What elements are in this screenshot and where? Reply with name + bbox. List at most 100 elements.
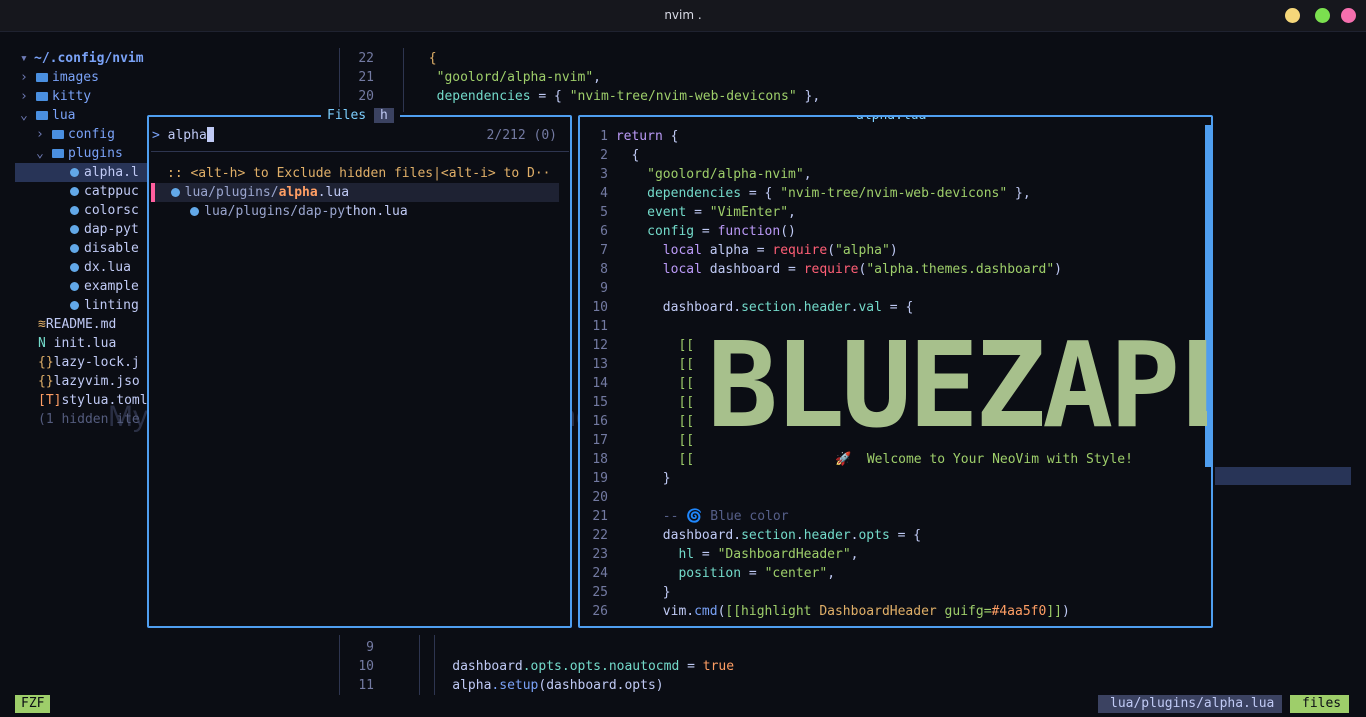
json-icon: {} [38, 355, 54, 370]
lua-file-icon [70, 244, 79, 253]
preview-code-line: 24 position = "center", [586, 564, 835, 583]
tree-item-readme[interactable]: ≋README.md [38, 315, 116, 334]
lua-file-icon [170, 188, 180, 197]
line-number: 1 [600, 129, 608, 144]
line-number: 21 [592, 509, 608, 524]
close-button[interactable] [1341, 8, 1356, 23]
hint-line: :: <alt-h> to Exclude hidden files|<alt-… [167, 166, 551, 181]
preview-code-line: 8 local dashboard = require("alpha.theme… [586, 260, 1062, 279]
tree-item-stylua[interactable]: [T]stylua.toml [38, 391, 148, 410]
bg-code-line: 11 alpha.setup(dashboard.opts) [358, 678, 664, 693]
tree-item-linting[interactable]: linting [70, 296, 139, 315]
bg-code-line: 10 dashboard.opts.opts.noautocmd = true [358, 659, 735, 674]
files-panel-key: h [373, 108, 394, 123]
tree-item-init[interactable]: N init.lua [38, 334, 116, 353]
tree-item-kitty[interactable]: › kitty [20, 87, 91, 106]
lua-file-icon [70, 225, 79, 234]
preview-code-line: 7 local alpha = require("alpha") [586, 241, 898, 260]
preview-code-line: 9 [586, 279, 616, 298]
folder-icon [36, 73, 48, 82]
line-number: 23 [592, 547, 608, 562]
line-number: 14 [592, 376, 608, 391]
line-number: 4 [600, 186, 608, 201]
preview-code-line: 15 [[ [586, 393, 694, 412]
folder-icon [52, 130, 64, 139]
preview-code-line: 22 dashboard.section.header.opts = { [586, 526, 921, 545]
line-number: 17 [592, 433, 608, 448]
maximize-button[interactable] [1315, 8, 1330, 23]
line-number: 8 [600, 262, 608, 277]
line-number: 13 [592, 357, 608, 372]
tree-item-alpha[interactable]: alpha.l [15, 163, 147, 182]
code-text: dependencies = { "nvim-tree/nvim-web-dev… [647, 186, 1031, 201]
result-item-selected[interactable]: lua/plugins/alpha.lua [151, 183, 559, 202]
tree-root[interactable]: ▾ ~/.config/nvim [20, 49, 144, 68]
bg-code-line: 22 { [358, 51, 437, 66]
lua-file-icon [70, 187, 79, 196]
tree-item-dap-python[interactable]: dap-pyt [70, 220, 139, 239]
tree-item-config[interactable]: › config [36, 125, 115, 144]
line-number: 20 [592, 490, 608, 505]
tree-item-lazy-lock[interactable]: {}lazy-lock.j [38, 353, 140, 372]
tree-item-catppuccin[interactable]: catppuc [70, 182, 139, 201]
lua-file-icon [70, 206, 79, 215]
lua-file-icon [70, 282, 79, 291]
preview-code-line: 20 [586, 488, 616, 507]
tree-item-lua[interactable]: ⌄ lua [20, 106, 75, 125]
preview-code-line: 11 [586, 317, 616, 336]
code-text: -- 🌀 Blue color [662, 509, 789, 524]
tree-item-plugins[interactable]: ⌄ plugins [36, 144, 123, 163]
tree-item-colorscheme[interactable]: colorsc [70, 201, 139, 220]
code-text: hl = "DashboardHeader", [678, 547, 859, 562]
code-text: [[ [678, 433, 695, 448]
preview-code-line: 19 } [586, 469, 670, 488]
preview-code-line: 14 [[ [586, 374, 694, 393]
line-number: 25 [592, 585, 608, 600]
status-panel: files [1290, 695, 1350, 713]
preview-code-line: 6 config = function() [586, 222, 796, 241]
code-text: { [608, 148, 640, 163]
tree-item-lazyvim[interactable]: {}lazyvim.jso [38, 372, 140, 391]
preview-code-line: 1 return { [586, 127, 678, 146]
code-text: dashboard.section.header.val = { [608, 300, 914, 315]
line-number: 22 [592, 528, 608, 543]
toml-icon: [T] [38, 393, 62, 408]
tree-item-images[interactable]: › images [20, 68, 99, 87]
neovim-icon: N [38, 336, 54, 351]
code-text: [[ [678, 376, 695, 391]
code-text: local alpha = require("alpha") [662, 243, 898, 258]
code-text: [[ [678, 357, 695, 372]
preview-code-line: 5 event = "VimEnter", [586, 203, 796, 222]
code-text: vim.cmd([[highlight DashboardHeader guif… [608, 604, 1070, 619]
lua-file-icon [190, 207, 200, 216]
tree-item-example[interactable]: example [70, 277, 139, 296]
preview-code-line: 21 -- 🌀 Blue color [586, 507, 789, 526]
line-number: 2 [600, 148, 608, 163]
search-input[interactable]: > alpha 2/212 (0) [152, 126, 567, 145]
minimize-button[interactable] [1285, 8, 1300, 23]
preview-code-line: 4 dependencies = { "nvim-tree/nvim-web-d… [586, 184, 1031, 203]
preview-code-line: 2 { [586, 146, 639, 165]
files-picker-panel: Files h > alpha 2/212 (0) :: <alt-h> to E… [147, 107, 572, 628]
code-text: position = "center", [678, 566, 836, 581]
code-text: } [608, 585, 671, 600]
preview-code-line: 17 [[ [586, 431, 694, 450]
line-number: 24 [592, 566, 608, 581]
lua-file-icon [70, 301, 79, 310]
bg-code-line: 21 "goolord/alpha-nvim", [358, 70, 601, 85]
result-item[interactable]: lua/plugins/dap-python.lua [151, 202, 408, 221]
code-text: [[ 🚀 Welcome to Your NeoVim with Style! [678, 452, 1133, 467]
preview-code-line: 23 hl = "DashboardHeader", [586, 545, 858, 564]
code-text: [[ [678, 395, 695, 410]
code-text: return { [615, 129, 679, 144]
lua-file-icon [70, 263, 79, 272]
code-text: [[ [678, 338, 695, 353]
line-number: 10 [592, 300, 608, 315]
window-title: nvim . [664, 8, 702, 22]
line-number: 6 [600, 224, 608, 239]
tree-item-dx[interactable]: dx.lua [70, 258, 131, 277]
tree-item-disabled[interactable]: disable [70, 239, 139, 258]
line-number: 19 [592, 471, 608, 486]
mode-indicator: FZF [15, 695, 51, 713]
folder-icon [36, 92, 48, 101]
